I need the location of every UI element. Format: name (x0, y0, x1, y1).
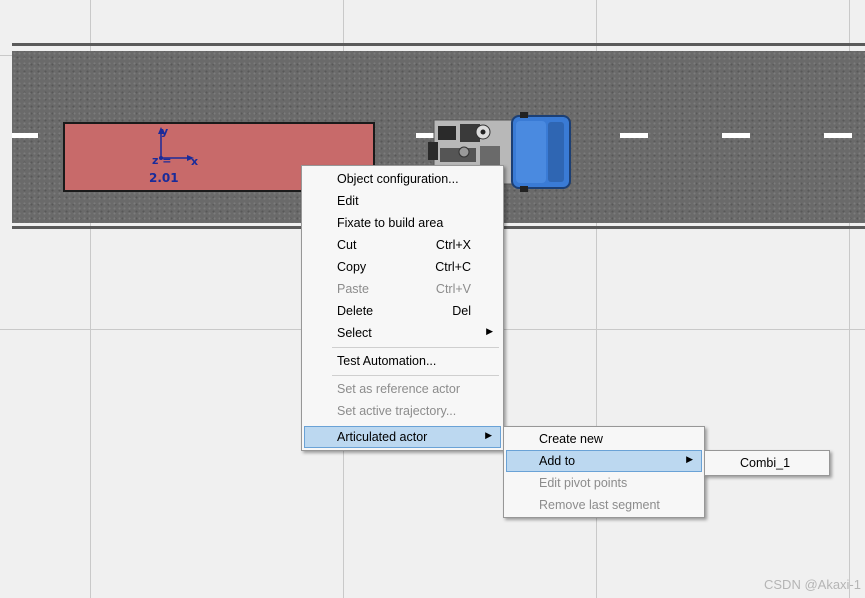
menu-item-copy[interactable]: Copy Ctrl+C (304, 256, 501, 278)
submenu-arrow-icon: ▶ (686, 454, 693, 464)
menu-item-label: Set active trajectory... (337, 404, 457, 418)
menu-item-label: Create new (539, 432, 603, 446)
menu-item-shortcut: Ctrl+C (435, 260, 471, 274)
menu-item-label: Edit (337, 194, 359, 208)
menu-item-label: Edit pivot points (539, 476, 628, 490)
z-value: 2.01 (149, 171, 179, 185)
context-menu: Object configuration... Edit Fixate to b… (301, 165, 504, 451)
lane-marking (620, 133, 648, 138)
lane-marking (722, 133, 750, 138)
menu-item-shortcut: Ctrl+X (435, 238, 471, 252)
menu-item-shortcut: Del (452, 304, 471, 318)
menu-separator (332, 347, 499, 348)
menu-item-label: Object configuration... (337, 172, 459, 186)
z-label: z = (152, 154, 172, 167)
menu-item-add-to[interactable]: Add to ▶ (506, 450, 702, 472)
menu-item-label: Select (337, 326, 372, 340)
menu-item-delete[interactable]: Delete Del (304, 300, 501, 322)
menu-item-label: Set as reference actor (337, 382, 460, 396)
lane-marking (12, 133, 38, 138)
y-axis-label: y (161, 125, 169, 138)
menu-item-label: Fixate to build area (337, 216, 444, 230)
menu-item-label: Add to (539, 454, 576, 468)
menu-item-label: Combi_1 (740, 456, 791, 470)
menu-item-test-automation[interactable]: Test Automation... (304, 350, 501, 372)
menu-item-set-active-trajectory: Set active trajectory... (304, 400, 501, 422)
submenu-arrow-icon: ▶ (486, 326, 493, 336)
menu-separator (332, 375, 499, 376)
menu-item-object-configuration[interactable]: Object configuration... (304, 168, 501, 190)
menu-item-cut[interactable]: Cut Ctrl+X (304, 234, 501, 256)
submenu-arrow-icon: ▶ (485, 430, 492, 440)
menu-item-label: Delete (337, 304, 374, 318)
menu-item-paste: Paste Ctrl+V (304, 278, 501, 300)
lane-marking (824, 133, 852, 138)
menu-item-edit[interactable]: Edit (304, 190, 501, 212)
menu-item-label: Test Automation... (337, 354, 437, 368)
articulated-actor-submenu: Create new Add to ▶ Edit pivot points Re… (503, 426, 705, 518)
menu-item-fixate-to-build-area[interactable]: Fixate to build area (304, 212, 501, 234)
watermark: CSDN @Akaxi-1 (764, 577, 861, 592)
menu-item-edit-pivot-points: Edit pivot points (506, 472, 702, 494)
add-to-submenu: Combi_1 (704, 450, 830, 476)
menu-item-label: Copy (337, 260, 367, 274)
menu-item-remove-last-segment: Remove last segment (506, 494, 702, 516)
menu-item-label: Articulated actor (337, 430, 428, 444)
menu-item-label: Remove last segment (539, 498, 660, 512)
menu-item-combi-1[interactable]: Combi_1 (707, 452, 827, 474)
menu-item-shortcut: Ctrl+V (435, 282, 471, 296)
menu-item-create-new[interactable]: Create new (506, 428, 702, 450)
menu-item-label: Paste (337, 282, 369, 296)
x-axis-label: x (191, 155, 199, 168)
road-top-edge (12, 43, 865, 46)
menu-item-articulated-actor[interactable]: Articulated actor ▶ (304, 426, 501, 448)
menu-item-label: Cut (337, 238, 357, 252)
menu-item-select[interactable]: Select ▶ (304, 322, 501, 344)
menu-item-set-as-reference-actor: Set as reference actor (304, 378, 501, 400)
